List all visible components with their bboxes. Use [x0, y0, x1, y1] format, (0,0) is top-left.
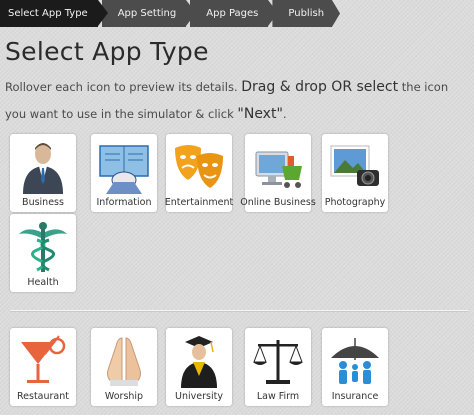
tile-worship[interactable]: Worship	[91, 328, 157, 406]
instructions-part4: "Next"	[237, 106, 283, 122]
online-business-icon	[255, 151, 302, 188]
page-title: Select App Type	[5, 37, 209, 66]
step-select-app-type[interactable]: Select App Type	[0, 0, 108, 27]
instructions-part2: Drag & drop OR select	[241, 79, 399, 95]
tile-university[interactable]: University	[166, 328, 232, 406]
tile-label: Restaurant	[16, 391, 69, 402]
photography-icon	[330, 145, 379, 186]
tile-label: Information	[96, 197, 152, 208]
tile-label: Entertainment	[164, 197, 234, 208]
tile-label: Health	[27, 277, 59, 288]
tile-health[interactable]: Health	[10, 214, 76, 292]
tile-label: Business	[22, 197, 64, 208]
tile-business[interactable]: Business	[10, 134, 76, 212]
instructions-part1: Rollover each icon to preview its detail…	[5, 80, 242, 94]
law-firm-icon	[253, 340, 303, 384]
restaurant-icon	[21, 335, 66, 383]
tile-restaurant[interactable]: Restaurant	[10, 328, 76, 406]
tile-online-business[interactable]: Online Business	[240, 134, 316, 212]
tile-label: Law Firm	[256, 391, 300, 402]
tile-label: Photography	[324, 197, 386, 208]
business-icon	[23, 143, 63, 194]
tile-label: Insurance	[331, 391, 379, 402]
tile-law-firm[interactable]: Law Firm	[245, 328, 311, 406]
tile-insurance[interactable]: Insurance	[322, 328, 388, 406]
health-icon	[19, 222, 67, 272]
instructions-part5: .	[282, 107, 287, 121]
information-icon	[99, 145, 149, 194]
tile-label: Worship	[104, 391, 144, 402]
entertainment-icon	[175, 145, 223, 188]
tile-entertainment[interactable]: Entertainment	[165, 134, 233, 212]
step-app-pages[interactable]: App Pages	[190, 0, 279, 27]
tile-information[interactable]: Information	[91, 134, 157, 212]
worship-icon	[107, 337, 141, 386]
step-publish[interactable]: Publish	[272, 0, 341, 27]
tile-photography[interactable]: Photography	[322, 134, 388, 212]
instructions: Rollover each icon to preview its detail…	[5, 74, 471, 128]
section-divider	[10, 310, 468, 311]
university-icon	[181, 336, 217, 388]
insurance-icon	[331, 338, 379, 384]
tile-label: Online Business	[240, 197, 316, 208]
wizard-steps: Select App Type App Setting App Pages Pu…	[0, 0, 344, 27]
tile-label: University	[175, 391, 223, 402]
step-app-setting[interactable]: App Setting	[101, 0, 196, 27]
